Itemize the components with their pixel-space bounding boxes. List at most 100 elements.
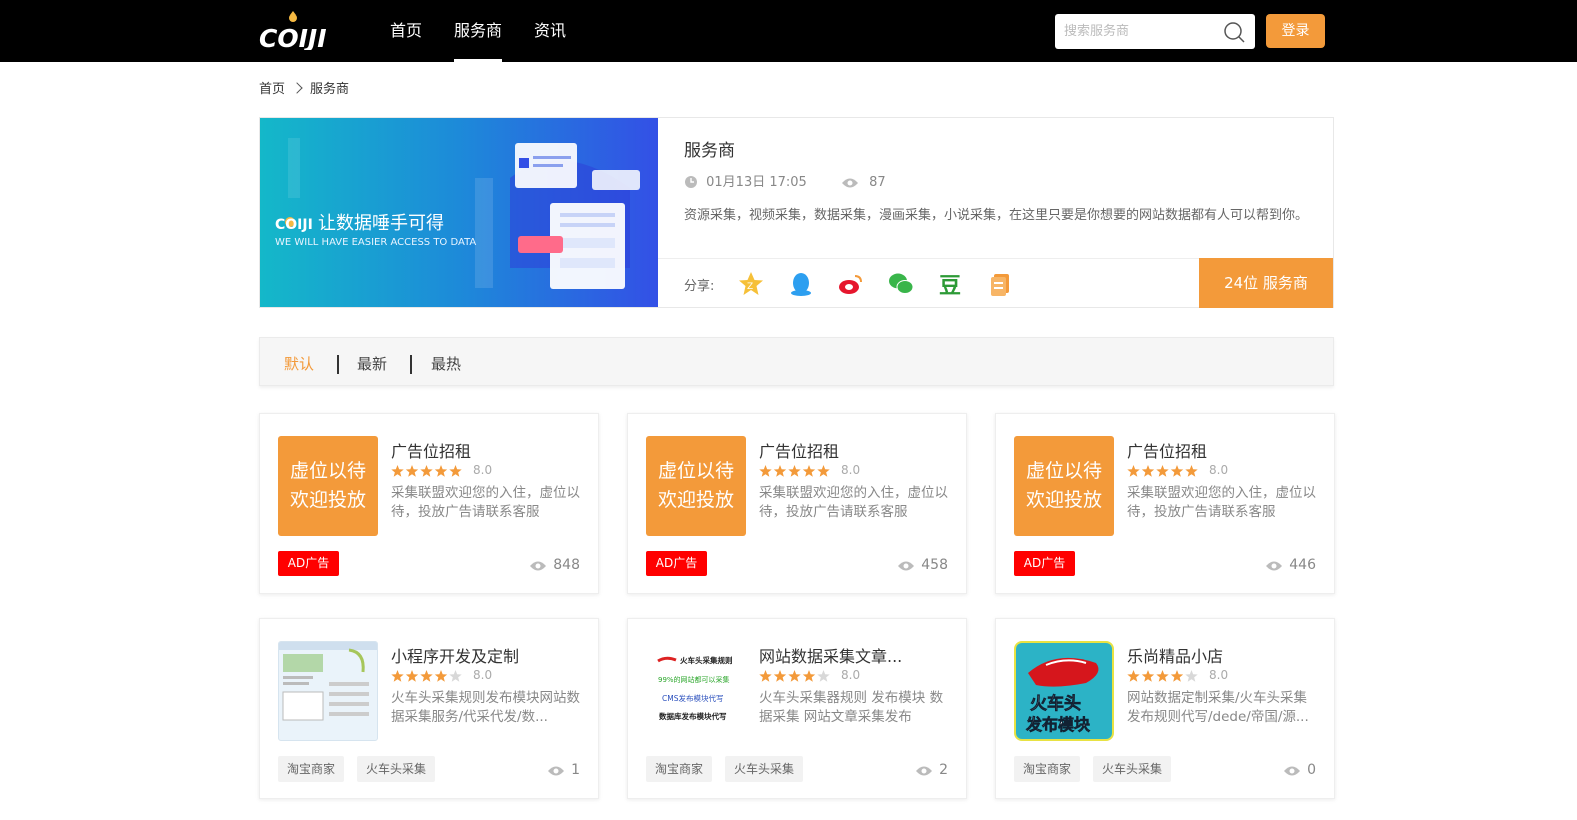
provider-card[interactable]: 虚位以待 欢迎投放 广告位招租 8.0 采集联盟欢迎您的入住，虚位以待，投放广告请… — [995, 413, 1335, 594]
eye-icon — [530, 561, 547, 571]
eye-icon — [916, 766, 933, 776]
star-icon — [405, 670, 419, 682]
nav-providers[interactable]: 服务商 — [454, 0, 503, 62]
star-rating: 8.0 — [759, 668, 860, 682]
weibo-icon[interactable] — [838, 271, 864, 297]
filter-hottest[interactable]: 最热 — [431, 353, 461, 374]
qq-icon[interactable] — [788, 271, 814, 297]
provider-card[interactable]: 虚位以待 欢迎投放 广告位招租 8.0 采集联盟欢迎您的入住，虚位以待，投放广告请… — [259, 413, 599, 594]
star-icon — [1141, 670, 1155, 682]
tag-taobao-seller[interactable]: 淘宝商家 — [1014, 756, 1081, 782]
view-count: 446 — [1265, 556, 1316, 574]
card-title[interactable]: 广告位招租 — [1127, 438, 1207, 462]
search-input[interactable]: 搜索服务商 — [1064, 14, 1129, 49]
eye-icon — [548, 766, 565, 776]
share-label: 分享: — [684, 279, 715, 294]
divider — [410, 355, 412, 374]
star-icon — [391, 465, 462, 477]
tag-taobao-seller[interactable]: 淘宝商家 — [278, 756, 345, 782]
provider-card[interactable]: 小程序开发及定制 8.0 火车头采集规则发布模块网站数据采集服务/代采代发/数.… — [259, 618, 599, 799]
card-description: 采集联盟欢迎您的入住，虚位以待，投放广告请联系客服 — [759, 485, 948, 520]
view-count: 0 — [1283, 761, 1316, 779]
hero-title: 服务商 — [684, 141, 735, 161]
star-icon — [759, 670, 830, 682]
douban-icon[interactable]: 豆 — [938, 271, 964, 297]
ad-thumbnail[interactable]: 虚位以待 欢迎投放 — [646, 436, 746, 536]
product-thumbnail[interactable] — [278, 641, 378, 741]
card-title[interactable]: 乐尚精品小店 — [1127, 643, 1223, 667]
ad-thumbnail[interactable]: 虚位以待 欢迎投放 — [278, 436, 378, 536]
tag-locomotive-collect[interactable]: 火车头采集 — [357, 756, 436, 782]
filter-latest[interactable]: 最新 — [357, 353, 387, 374]
banner-title: 让数据唾手可得 — [318, 213, 444, 234]
star-icon — [420, 465, 433, 477]
tag-locomotive-collect[interactable]: 火车头采集 — [1093, 756, 1172, 782]
svg-text:COIJI: COIJI — [259, 24, 327, 50]
eye-icon — [841, 178, 858, 188]
star-icon — [773, 670, 787, 682]
card-title[interactable]: 小程序开发及定制 — [391, 643, 519, 667]
search-icon[interactable] — [1223, 21, 1245, 43]
star-rating: 8.0 — [759, 463, 860, 477]
nav-news[interactable]: 资讯 — [534, 0, 566, 62]
star-icon — [1170, 670, 1184, 682]
card-description: 采集联盟欢迎您的入住，虚位以待，投放广告请联系客服 — [391, 485, 580, 520]
provider-card[interactable]: 虚位以待 欢迎投放 广告位招租 8.0 采集联盟欢迎您的入住，虚位以待，投放广告请… — [627, 413, 967, 594]
provider-card[interactable]: 火车头 发布模块 乐尚精品小店 8.0 网站数据定制采集/火车头采集发布规则代写… — [995, 618, 1335, 799]
star-icon — [773, 465, 787, 477]
view-count: 2 — [915, 761, 948, 779]
product-thumbnail[interactable]: 火车头采集规则 99%的网站都可以采集 CMS发布模块代写 数据库发布模块代写 — [646, 641, 746, 741]
star-icon — [1127, 670, 1198, 682]
hero-panel: COIJI 让数据唾手可得 WE WILL HAVE EASIER ACCESS… — [259, 117, 1334, 308]
divider — [337, 355, 339, 374]
card-description: 网站数据定制采集/火车头采集发布规则代写/dede/帝国/源... — [1127, 690, 1309, 725]
provider-card[interactable]: 火车头采集规则 99%的网站都可以采集 CMS发布模块代写 数据库发布模块代写 … — [627, 618, 967, 799]
nav-home[interactable]: 首页 — [390, 0, 422, 62]
chevron-right-icon — [291, 82, 303, 94]
banner-subtitle: WE WILL HAVE EASIER ACCESS TO DATA — [275, 237, 476, 248]
card-title[interactable]: 广告位招租 — [391, 438, 471, 462]
star-icon — [1185, 670, 1198, 682]
breadcrumb: 首页 服务商 — [259, 80, 349, 100]
hero-meta: 01月13日 17:05 87 — [684, 174, 886, 192]
ad-badge: AD广告 — [646, 551, 707, 576]
star-icon — [434, 670, 448, 682]
star-icon — [449, 670, 462, 682]
svg-text:COIJI: COIJI — [275, 217, 313, 233]
card-description: 火车头采集规则发布模块网站数据采集服务/代采代发/数... — [391, 690, 580, 725]
star-icon — [788, 465, 801, 477]
star-icon — [420, 670, 433, 682]
star-rating: 8.0 — [1127, 463, 1228, 477]
star-icon — [391, 465, 404, 477]
tag-locomotive-collect[interactable]: 火车头采集 — [725, 756, 804, 782]
eye-icon — [1266, 561, 1283, 571]
star-icon — [1156, 670, 1169, 682]
star-icon — [405, 465, 419, 477]
card-title[interactable]: 广告位招租 — [759, 438, 839, 462]
star-rating: 8.0 — [1127, 668, 1228, 682]
breadcrumb-home[interactable]: 首页 — [259, 82, 285, 97]
qzone-icon[interactable]: Z — [738, 271, 764, 297]
eye-icon — [1284, 766, 1301, 776]
top-navbar: COIJI 首页 服务商 资讯 搜索服务商 登录 — [0, 0, 1577, 62]
star-icon — [759, 670, 772, 682]
product-thumbnail[interactable]: 火车头 发布模块 — [1014, 641, 1114, 741]
wechat-icon[interactable] — [888, 271, 914, 297]
star-rating: 8.0 — [391, 463, 492, 477]
tag-taobao-seller[interactable]: 淘宝商家 — [646, 756, 713, 782]
filter-default[interactable]: 默认 — [284, 353, 314, 374]
hero-views: 87 — [869, 175, 886, 190]
view-count: 458 — [897, 556, 948, 574]
login-button[interactable]: 登录 — [1266, 14, 1325, 48]
provider-count-button[interactable]: 24位 服务商 — [1199, 258, 1333, 308]
search-box[interactable]: 搜索服务商 — [1055, 14, 1255, 49]
card-description: 火车头采集器规则 发布模块 数据采集 网站文章采集发布 — [759, 690, 944, 725]
card-title[interactable]: 网站数据采集文章... — [759, 643, 902, 667]
svg-text:发布模块: 发布模块 — [1025, 715, 1091, 734]
coiji-logo[interactable]: COIJI — [259, 10, 339, 50]
ad-thumbnail[interactable]: 虚位以待 欢迎投放 — [1014, 436, 1114, 536]
star-icon — [759, 465, 772, 477]
star-icon — [788, 670, 801, 682]
star-icon — [817, 670, 830, 682]
copy-icon[interactable] — [988, 271, 1014, 297]
